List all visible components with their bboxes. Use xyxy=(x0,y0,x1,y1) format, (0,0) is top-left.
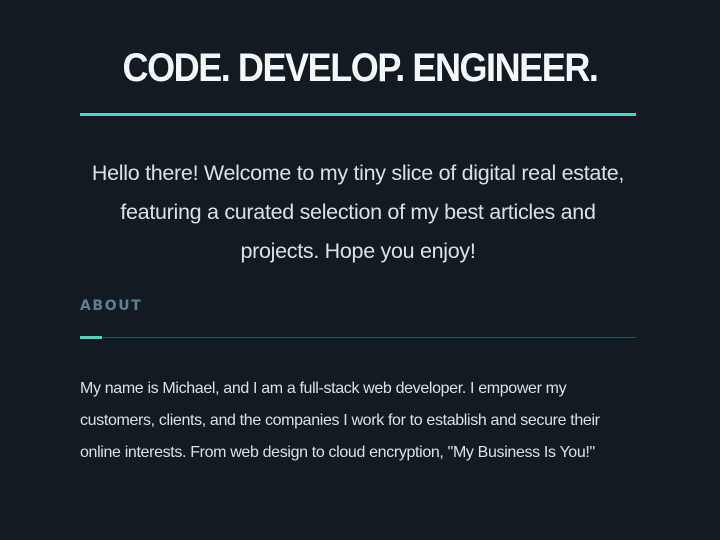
about-heading: ABOUT xyxy=(80,298,143,314)
intro-text: Hello there! Welcome to my tiny slice of… xyxy=(91,161,625,263)
about-divider xyxy=(80,337,636,338)
hero-divider xyxy=(80,113,636,116)
hero-title: CODE. DEVELOP. ENGINEER. xyxy=(122,46,599,90)
about-text: My name is Michael, and I am a full-stac… xyxy=(80,380,600,461)
about-divider-accent xyxy=(80,336,102,339)
page: CODE. DEVELOP. ENGINEER. Hello there! We… xyxy=(0,0,720,540)
